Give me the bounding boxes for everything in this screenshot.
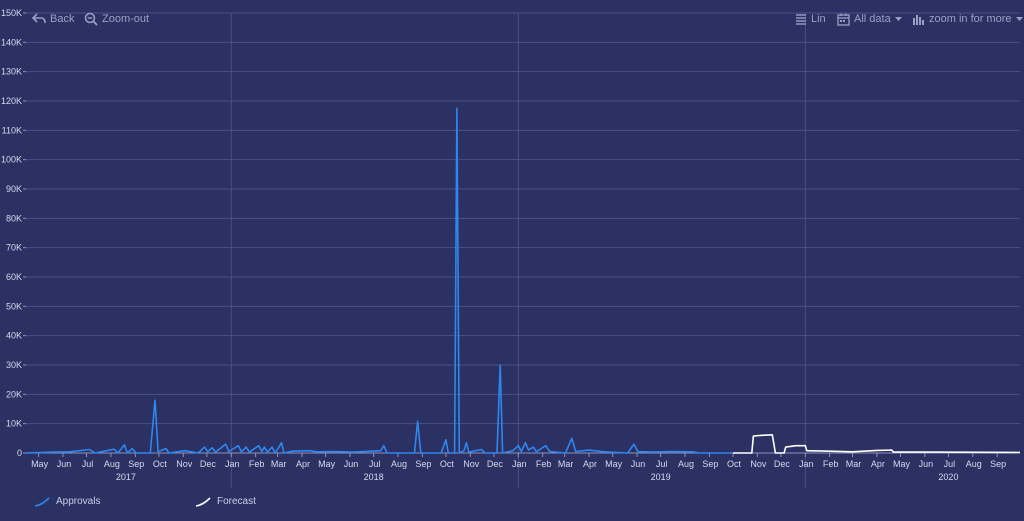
x-tick-label: Feb	[536, 459, 552, 469]
x-tick-label: Oct	[440, 459, 455, 469]
x-tick-label: Feb	[249, 459, 265, 469]
x-axis: May Jun Jul Aug Sep Oct Nov Dec Jan Feb Mar Apr May J…	[26, 452, 1020, 482]
back-label: Back	[50, 13, 75, 25]
x-tick-label: May	[605, 459, 623, 469]
zoom-in-dropdown[interactable]: zoom in for more	[912, 11, 1023, 27]
y-axis: 0 10K 20K 30K 40K 50K 60K 70K 80K 90K 100K 110K 120K…	[1, 8, 26, 458]
x-tick-label: Oct	[153, 459, 168, 469]
y-tick-label: 20K	[6, 389, 22, 399]
x-tick-label: Mar	[846, 459, 862, 469]
y-tick-label: 50K	[6, 301, 22, 311]
year-label: 2020	[938, 472, 958, 482]
y-tick-label: 110K	[2, 125, 22, 135]
x-tick-label: Mar	[271, 459, 287, 469]
y-tick-label: 100K	[1, 155, 22, 165]
x-tick-label: Apr	[583, 459, 597, 469]
x-tick-label: Nov	[176, 459, 193, 469]
x-tick-label: Sep	[128, 459, 144, 469]
x-tick-label: May	[893, 459, 911, 469]
x-tick-label: Nov	[463, 459, 480, 469]
range-label: All data	[854, 13, 891, 25]
x-tick-label: Mar	[558, 459, 574, 469]
approvals-swatch-icon	[34, 496, 50, 507]
x-tick-label: Nov	[750, 459, 767, 469]
y-tick-label: 0	[17, 448, 22, 458]
chart-canvas: 0 10K 20K 30K 40K 50K 60K 70K 80K 90K 100K 110K 120K…	[1, 8, 1021, 488]
legend-item-approvals[interactable]: Approvals	[34, 496, 100, 507]
x-tick-label: Apr	[871, 459, 885, 469]
x-tick-label: Jul	[82, 459, 94, 469]
x-tick-label: Oct	[727, 459, 742, 469]
year-label: 2017	[116, 472, 136, 482]
x-tick-label: Jan	[799, 459, 814, 469]
y-tick-label: 90K	[6, 184, 22, 194]
x-tick-label: Sep	[990, 459, 1006, 469]
year-label: 2018	[364, 472, 384, 482]
grid-lines	[26, 12, 1020, 488]
x-tick-label: Aug	[678, 459, 694, 469]
y-tick-label: 130K	[1, 67, 22, 77]
x-tick-label: Dec	[487, 459, 504, 469]
caret-down-icon	[1015, 16, 1023, 21]
series-line-forecast	[733, 434, 1021, 454]
x-tick-label: Sep	[702, 459, 718, 469]
x-tick-label: Apr	[296, 459, 310, 469]
legend-item-forecast[interactable]: Forecast	[195, 496, 256, 507]
x-tick-label: Dec	[774, 459, 791, 469]
x-tick-label: Jun	[631, 459, 646, 469]
x-tick-label: Aug	[391, 459, 407, 469]
caret-down-icon	[894, 16, 902, 21]
zoom-out-button[interactable]: Zoom-out	[84, 11, 149, 27]
range-dropdown[interactable]: All data	[837, 11, 902, 27]
back-button[interactable]: Back	[32, 11, 74, 27]
x-tick-label: Dec	[200, 459, 217, 469]
y-tick-label: 150K	[1, 8, 22, 18]
x-tick-label: Aug	[966, 459, 982, 469]
calendar-icon	[837, 13, 850, 26]
y-tick-label: 140K	[1, 37, 22, 47]
y-tick-label: 30K	[6, 360, 22, 370]
x-tick-label: Feb	[823, 459, 839, 469]
x-tick-label: Sep	[415, 459, 431, 469]
bar-chart-icon	[913, 15, 924, 25]
legend-label-approvals: Approvals	[56, 496, 101, 507]
y-tick-label: 10K	[6, 419, 22, 429]
x-tick-label: Jun	[344, 459, 359, 469]
x-tick-label: May	[31, 459, 49, 469]
y-tick-label: 120K	[1, 96, 22, 106]
x-tick-label: Jul	[369, 459, 381, 469]
y-tick-label: 40K	[6, 331, 22, 341]
year-label: 2019	[651, 472, 671, 482]
x-tick-label: Jan	[225, 459, 240, 469]
x-tick-label: Aug	[104, 459, 120, 469]
scale-toggle[interactable]: Lin	[795, 11, 826, 27]
zoom-in-label: zoom in for more	[929, 13, 1012, 25]
y-tick-label: 60K	[6, 272, 22, 282]
legend-label-forecast: Forecast	[217, 496, 256, 507]
scale-label: Lin	[811, 13, 826, 25]
y-tick-label: 80K	[6, 213, 22, 223]
x-tick-label: Jul	[656, 459, 668, 469]
forecast-swatch-icon	[195, 496, 211, 507]
zoom-out-icon	[84, 12, 98, 26]
back-arrow-icon	[32, 13, 46, 24]
x-tick-label: May	[318, 459, 336, 469]
list-lines-icon	[796, 14, 806, 25]
x-tick-label: Jan	[512, 459, 527, 469]
x-tick-label: Jun	[57, 459, 72, 469]
x-tick-label: Jul	[944, 459, 956, 469]
zoom-out-label: Zoom-out	[102, 13, 150, 25]
x-tick-label: Jun	[919, 459, 934, 469]
y-tick-label: 70K	[6, 243, 22, 253]
